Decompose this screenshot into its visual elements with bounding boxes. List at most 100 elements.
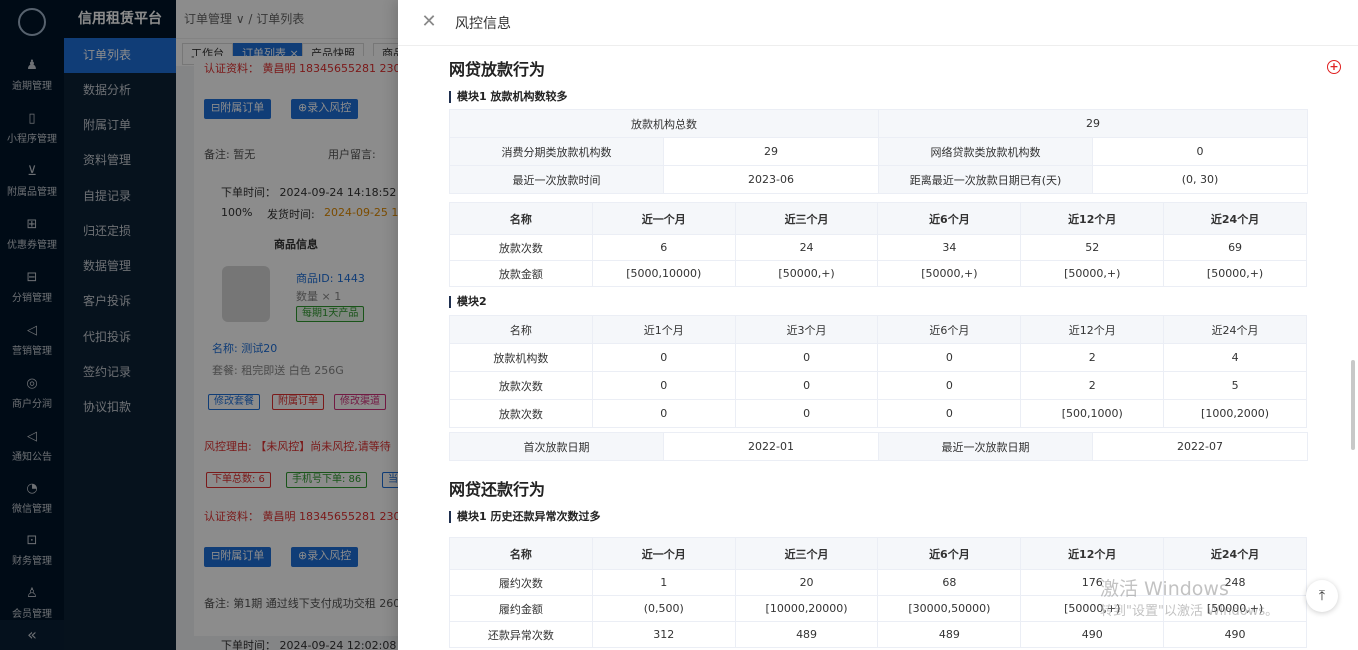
table-cell: 0 [734,399,879,428]
table-row: 放款金额 [5000,10000) [50000,+) [50000,+) [50000… [449,260,1307,287]
table-header: 近三个月 [734,202,879,235]
risk-info-drawer: ✕ 风控信息 + 网贷放款行为 模块1 放款机构数较多 放款机构总数 29 消费分… [398,0,1358,650]
table-cell: 0 [591,371,736,400]
table-cell: 0 [877,399,1022,428]
last-time-label: 最近一次放款时间 [449,165,664,194]
table-cell: 68 [877,569,1022,596]
table-cell: 490 [1020,621,1165,648]
last-time-value: 2023-06 [663,165,879,194]
table-cell: 6 [591,234,736,261]
loan-summary-table: 放款机构总数 29 消费分期类放款机构数 29 网络贷款类放款机构数 0 最近一次放款时… [449,109,1308,194]
table-cell: [1000,2000) [1163,399,1307,428]
table-cell: [500,1000) [1020,399,1165,428]
table-header: 近一个月 [591,202,736,235]
activation-watermark-sub: 转到"设置"以激活 Windows。 [1100,604,1279,619]
table-header: 近24个月 [1163,315,1307,344]
table-cell: 489 [734,621,879,648]
table-cell: 2 [1020,371,1165,400]
table-header: 近三个月 [734,537,879,570]
table-cell: [50000,+) [877,260,1022,287]
table-cell: 5 [1163,371,1307,400]
table-cell: 放款次数 [449,234,593,261]
last-loan-value: 2022-07 [1092,432,1308,461]
table-cell: 0 [877,343,1022,372]
table-cell: 52 [1020,234,1165,261]
back-to-top-icon[interactable]: ⤒ [1306,580,1338,612]
total-label: 放款机构总数 [449,109,879,138]
module2-title: 模块2 [449,296,487,308]
table-cell: 0 [591,399,736,428]
table-cell: 312 [591,621,736,648]
table-header: 近24个月 [1163,537,1307,570]
table-header: 近1个月 [591,315,736,344]
table-cell: 履约金额 [449,595,593,622]
consumer-value: 29 [663,137,879,166]
table-header: 近12个月 [1020,202,1165,235]
table-cell: [30000,50000) [877,595,1022,622]
table-cell: [5000,10000) [591,260,736,287]
close-icon[interactable]: ✕ [420,11,438,33]
table-cell: [10000,20000) [734,595,879,622]
table-cell: 2 [1020,343,1165,372]
table-row: 还款异常次数 312 489 489 490 490 [449,621,1307,648]
consumer-label: 消费分期类放款机构数 [449,137,664,166]
table-row: 放款次数 0 0 0 2 5 [449,371,1307,400]
table-header: 近3个月 [734,315,879,344]
table-cell: 20 [734,569,879,596]
table-cell: 放款机构数 [449,343,593,372]
table-header: 近6个月 [877,315,1022,344]
table-row: 放款次数 0 0 0 [500,1000) [1000,2000) [449,399,1307,428]
table-cell: 490 [1163,621,1307,648]
first-loan-label: 首次放款日期 [449,432,664,461]
total-value: 29 [878,109,1308,138]
table-cell: [50000,+) [1163,260,1307,287]
since-label: 距离最近一次放款日期已有(天) [878,165,1093,194]
table-header: 名称 [449,315,593,344]
add-circle-icon[interactable]: + [1327,60,1341,74]
table-cell: 24 [734,234,879,261]
table-cell: 放款金额 [449,260,593,287]
table-header: 近24个月 [1163,202,1307,235]
online-label: 网络贷款类放款机构数 [878,137,1093,166]
table-cell: 1 [591,569,736,596]
table-header: 近6个月 [877,537,1022,570]
since-value: (0, 30) [1092,165,1308,194]
table-header: 近6个月 [877,202,1022,235]
table-cell: 4 [1163,343,1307,372]
table-cell: [50000,+) [734,260,879,287]
table-cell: 放款次数 [449,399,593,428]
institution-table: 名称 近1个月 近3个月 近6个月 近12个月 近24个月 放款机构数 0 0 0 2 4 放款次数… [449,315,1307,428]
drawer-title: 风控信息 [455,16,511,32]
table-cell: 放款次数 [449,371,593,400]
loan-count-table: 名称 近一个月 近三个月 近6个月 近12个月 近24个月 放款次数 6 24 34 52 69 放… [449,202,1307,287]
loan-dates-table: 首次放款日期 2022-01 最近一次放款日期 2022-07 [449,432,1308,461]
section-repay-behavior: 网贷还款行为 [449,480,546,499]
modal-mask[interactable] [0,0,398,650]
table-cell: 489 [877,621,1022,648]
scrollbar[interactable] [1351,360,1355,450]
section-loan-behavior: 网贷放款行为 [449,60,546,79]
table-cell: 34 [877,234,1022,261]
table-cell: 0 [877,371,1022,400]
first-loan-value: 2022-01 [663,432,879,461]
table-header: 近一个月 [591,537,736,570]
last-loan-label: 最近一次放款日期 [878,432,1093,461]
table-cell: 履约次数 [449,569,593,596]
table-header: 名称 [449,202,593,235]
table-cell: 还款异常次数 [449,621,593,648]
drawer-header: ✕ 风控信息 [398,0,1358,46]
table-cell: 69 [1163,234,1307,261]
table-header: 近12个月 [1020,537,1165,570]
table-cell: (0,500) [591,595,736,622]
table-row: 放款机构数 0 0 0 2 4 [449,343,1307,372]
module3-title: 模块1 历史还款异常次数过多 [449,511,600,523]
table-header: 名称 [449,537,593,570]
module1-title: 模块1 放款机构数较多 [449,91,567,103]
table-row: 放款次数 6 24 34 52 69 [449,234,1307,261]
table-header: 近12个月 [1020,315,1165,344]
table-cell: [50000,+) [1020,260,1165,287]
online-value: 0 [1092,137,1308,166]
activation-watermark: 激活 Windows [1100,578,1229,600]
table-cell: 0 [591,343,736,372]
table-cell: 0 [734,371,879,400]
